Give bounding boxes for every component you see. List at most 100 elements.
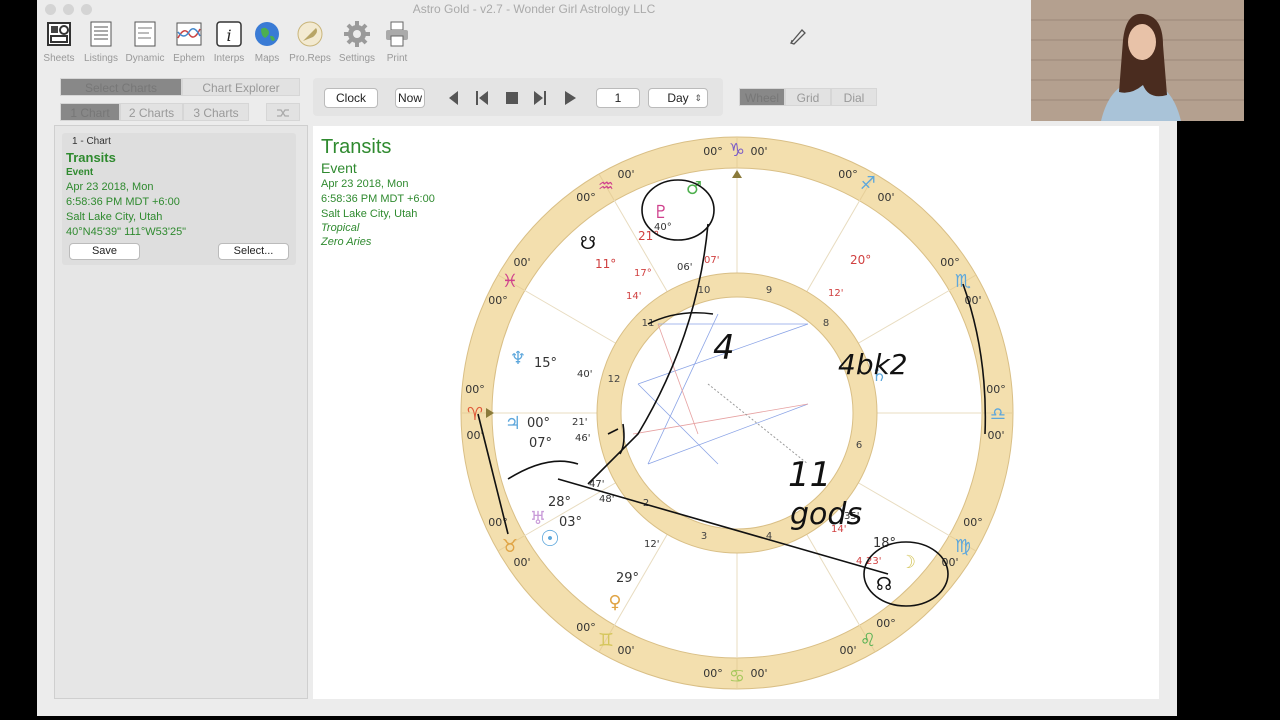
clock-button[interactable]: Clock (324, 88, 378, 108)
toolbar-maps[interactable]: Maps (244, 20, 290, 64)
svg-text:8: 8 (823, 318, 829, 329)
minimize-window-button[interactable] (63, 4, 74, 15)
tab-grid[interactable]: Grid (785, 88, 831, 106)
svg-text:☊: ☊ (876, 574, 892, 595)
svg-text:00°: 00° (488, 294, 508, 307)
skip-forward-icon[interactable] (531, 89, 549, 107)
svg-text:♍: ♍ (955, 536, 971, 557)
toolbar-label: Print (386, 53, 408, 64)
svg-text:gods: gods (790, 497, 862, 532)
svg-text:29°: 29° (616, 571, 639, 586)
gear-icon (344, 21, 370, 47)
save-button[interactable]: Save (69, 243, 140, 260)
tab-2-charts[interactable]: 2 Charts (120, 103, 183, 121)
toolbar-pro-reps[interactable]: Pro.Reps (287, 20, 333, 64)
chart-type: Event (321, 160, 357, 176)
svg-text:♏: ♏ (955, 271, 971, 292)
step-unit-value: Day (667, 91, 689, 105)
play-icon[interactable] (561, 89, 579, 107)
tab-dial[interactable]: Dial (831, 88, 877, 106)
toolbar-label: Dynamic (125, 53, 165, 64)
svg-text:00°: 00° (963, 516, 983, 529)
toolbar-listings[interactable]: Listings (78, 20, 124, 64)
svg-text:00°: 00° (838, 168, 858, 181)
card-date: Apr 23 2018, Mon (66, 181, 154, 193)
svg-text:3: 3 (701, 531, 707, 542)
svg-text:♃: ♃ (505, 413, 521, 434)
select-chart-button[interactable]: Select... (218, 243, 289, 260)
svg-text:06': 06' (677, 262, 692, 273)
card-place: Salt Lake City, Utah (66, 211, 163, 223)
svg-text:23': 23' (866, 556, 881, 567)
svg-text:10: 10 (698, 285, 711, 296)
toolbar-sheets[interactable]: Sheets (36, 20, 82, 64)
svg-text:9: 9 (766, 285, 772, 296)
tab-3-charts[interactable]: 3 Charts (183, 103, 249, 121)
close-window-button[interactable] (45, 4, 56, 15)
svg-text:00°: 00° (465, 383, 485, 396)
svg-text:40': 40' (577, 369, 592, 380)
svg-text:07': 07' (704, 255, 719, 266)
presenter-video (1031, 0, 1244, 121)
svg-text:♓: ♓ (502, 271, 518, 292)
svg-text:00°: 00° (703, 145, 723, 158)
svg-text:00': 00' (513, 556, 530, 569)
svg-text:00': 00' (987, 429, 1004, 442)
svg-text:♐: ♐ (860, 173, 876, 194)
toolbar-print[interactable]: Print (374, 20, 420, 64)
svg-text:00': 00' (877, 191, 894, 204)
shuffle-icon (277, 109, 289, 117)
svg-text:00°: 00° (876, 617, 896, 630)
webcam-overlay (1031, 0, 1244, 121)
shuffle-button[interactable] (266, 103, 300, 121)
svg-text:♋: ♋ (729, 666, 745, 687)
step-back-icon[interactable] (445, 89, 463, 107)
window-title: Astro Gold - v2.7 - Wonder Girl Astrolog… (412, 2, 656, 16)
svg-text:00°: 00° (576, 621, 596, 634)
chart-date: Apr 23 2018, Mon (321, 178, 409, 190)
svg-text:♑: ♑ (729, 140, 745, 161)
card-time: 6:58:36 PM MDT +6:00 (66, 196, 180, 208)
svg-text:03°: 03° (559, 515, 582, 530)
svg-text:00': 00' (750, 145, 767, 158)
svg-text:00°: 00° (576, 191, 596, 204)
svg-text:48': 48' (599, 494, 614, 505)
step-value-field[interactable]: 1 (596, 88, 640, 108)
tab-wheel[interactable]: Wheel (739, 88, 785, 106)
printer-icon (386, 21, 408, 47)
svg-text:11: 11 (788, 455, 831, 495)
svg-text:i: i (226, 26, 231, 45)
feather-icon (297, 21, 323, 47)
astrology-wheel[interactable]: ♑ ♐ ♏ ♎ ♍ ♌ ♋ ♊ ♉ ♈ ♓ ♒ 00° 00' 00°00' 00… (458, 134, 1016, 692)
svg-text:40°: 40° (654, 222, 672, 233)
svg-text:00': 00' (617, 168, 634, 181)
svg-text:12': 12' (644, 539, 659, 550)
tab-1-chart[interactable]: 1 Chart (60, 103, 120, 121)
chart-title: Transits (321, 136, 392, 158)
card-chart-type: Event (66, 167, 94, 178)
sheets-icon (47, 22, 71, 46)
svg-text:28°: 28° (548, 495, 571, 510)
svg-text:00°: 00° (703, 667, 723, 680)
svg-text:♎: ♎ (990, 404, 1006, 425)
tab-select-charts[interactable]: Select Charts (60, 78, 182, 96)
chevron-updown-icon: ⇕ (694, 93, 702, 103)
globe-icon (255, 22, 279, 46)
now-button[interactable]: Now (395, 88, 425, 108)
step-unit-select[interactable]: Day ⇕ (648, 88, 708, 108)
svg-text:11°: 11° (595, 257, 616, 271)
tab-chart-explorer[interactable]: Chart Explorer (182, 78, 300, 96)
svg-text:♌: ♌ (860, 630, 876, 651)
svg-text:14': 14' (626, 291, 641, 302)
skip-back-icon[interactable] (473, 89, 491, 107)
svg-text:12: 12 (608, 374, 621, 385)
svg-text:20°: 20° (850, 253, 871, 267)
pen-icon[interactable] (788, 26, 808, 46)
svg-text:♒: ♒ (598, 176, 614, 197)
chart-place: Salt Lake City, Utah (321, 208, 418, 220)
toolbar-dynamic[interactable]: Dynamic (122, 20, 168, 64)
svg-text:07°: 07° (529, 436, 552, 451)
zoom-window-button[interactable] (81, 4, 92, 15)
stop-icon[interactable] (503, 89, 521, 107)
svg-text:00°: 00° (527, 416, 550, 431)
